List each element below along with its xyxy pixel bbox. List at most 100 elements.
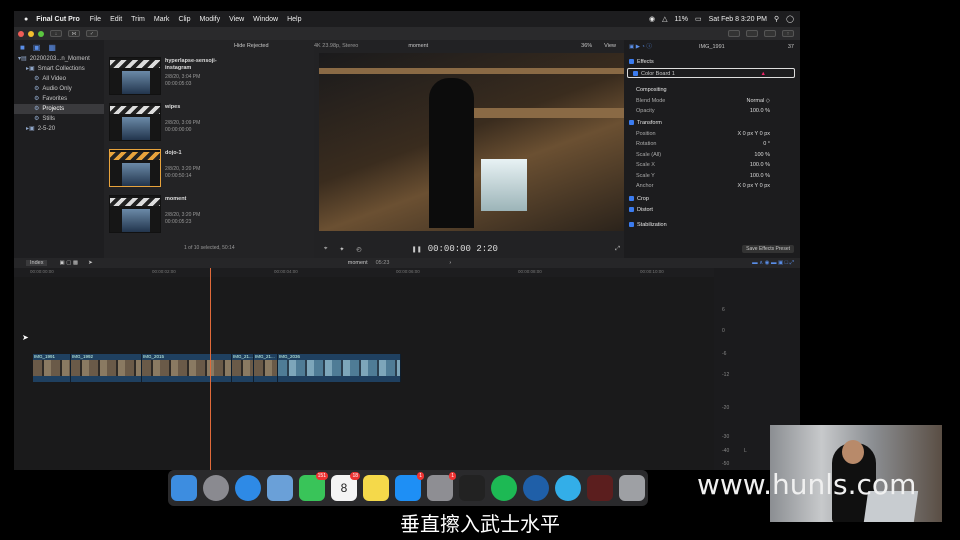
- app-store-icon[interactable]: 1: [395, 472, 424, 501]
- sidebar-item[interactable]: ⚙ Stills: [14, 114, 104, 124]
- color-board-icon[interactable]: ▲: [761, 69, 766, 79]
- clip-thumbnail[interactable]: [109, 103, 161, 141]
- effects-checkbox[interactable]: [629, 59, 634, 65]
- inspector-property[interactable]: Blend Mode Normal ◇: [624, 96, 800, 106]
- save-effects-preset-button[interactable]: Save Effects Preset: [742, 245, 794, 253]
- trash-icon[interactable]: [619, 475, 645, 501]
- import-icon[interactable]: ↓: [50, 30, 62, 37]
- menu-edit[interactable]: Edit: [110, 16, 122, 23]
- inspector-property[interactable]: Anchor X 0 px Y 0 px: [624, 181, 800, 191]
- play-icon[interactable]: ❚❚: [412, 246, 422, 253]
- inspector-property[interactable]: Position X 0 px Y 0 px: [624, 129, 800, 139]
- finder-icon[interactable]: [171, 475, 197, 501]
- section-checkbox[interactable]: [629, 222, 634, 228]
- siri-icon[interactable]: ◯: [786, 15, 794, 23]
- property-value[interactable]: 100.0 %: [750, 106, 770, 116]
- libraries-tab-icon[interactable]: ■: [20, 43, 25, 52]
- index-button[interactable]: Index: [26, 260, 48, 266]
- crop-icon[interactable]: ⌖: [324, 246, 327, 253]
- menu-file[interactable]: File: [90, 16, 101, 23]
- preview-icon[interactable]: [267, 475, 293, 501]
- timecode-display[interactable]: 00:00:00 2:20: [428, 244, 498, 254]
- timeline-clip[interactable]: IMG_21...: [254, 354, 278, 382]
- video-viewer[interactable]: [319, 53, 624, 231]
- property-value[interactable]: X 0 px Y 0 px: [737, 129, 770, 139]
- video-inspector-icon[interactable]: ▣ ▶ ◔ ⓘ: [629, 44, 652, 50]
- inspector-property[interactable]: Rotation 0 °: [624, 139, 800, 149]
- property-value[interactable]: 100 %: [754, 150, 770, 160]
- color-board-row[interactable]: Color Board 1 ▲: [627, 68, 795, 78]
- menu-help[interactable]: Help: [287, 16, 301, 23]
- fullscreen-icon[interactable]: ⤢: [615, 246, 620, 253]
- app-menu[interactable]: Final Cut Pro: [36, 16, 80, 23]
- inspector-section[interactable]: Distort: [624, 205, 800, 215]
- inspector-section[interactable]: Stabilization: [624, 220, 800, 230]
- titles-tab-icon[interactable]: ▦: [48, 43, 56, 52]
- battery-icon[interactable]: ▭: [695, 15, 702, 23]
- apple-icon[interactable]: ●: [24, 16, 28, 23]
- clip-item[interactable]: moment 2/8/20, 3:20 PM 00:00:05:23: [109, 195, 249, 239]
- inspector-section[interactable]: Transform: [624, 118, 800, 128]
- messages-icon[interactable]: 151: [299, 472, 328, 501]
- sidebar-item[interactable]: ⚙ All Video: [14, 74, 104, 84]
- timeline-clip[interactable]: IMG_21...: [232, 354, 254, 382]
- browser-icon[interactable]: [555, 475, 581, 501]
- safari-icon[interactable]: [235, 475, 261, 501]
- menu-view[interactable]: View: [229, 16, 244, 23]
- property-value[interactable]: X 0 px Y 0 px: [737, 181, 770, 191]
- clip-thumbnail[interactable]: [109, 195, 161, 233]
- color-board-checkbox[interactable]: [633, 71, 638, 77]
- wifi-icon[interactable]: ◉: [649, 15, 655, 23]
- timeline-clip[interactable]: IMG_2036: [278, 354, 401, 382]
- playhead[interactable]: [210, 268, 211, 470]
- battery-percent[interactable]: 11%: [675, 16, 689, 23]
- zoom-button[interactable]: [38, 30, 44, 37]
- menu-trim[interactable]: Trim: [131, 16, 145, 23]
- zoom-popup[interactable]: 36%: [581, 43, 592, 49]
- sidebar-item[interactable]: ▸▣ Smart Collections: [14, 64, 104, 74]
- layout-browser-icon[interactable]: [728, 30, 740, 37]
- minimize-button[interactable]: [28, 30, 34, 37]
- effects-section[interactable]: Effects: [624, 57, 800, 67]
- effects-icon[interactable]: ✦: [339, 246, 344, 253]
- menu-clip[interactable]: Clip: [178, 16, 190, 23]
- property-value[interactable]: Normal ◇: [747, 96, 770, 106]
- inspector-section[interactable]: Crop: [624, 194, 800, 204]
- inspector-property[interactable]: Scale (All) 100 %: [624, 150, 800, 160]
- launchpad-icon[interactable]: [203, 475, 229, 501]
- clock[interactable]: Sat Feb 8 3:20 PM: [709, 16, 767, 23]
- clip-thumbnail[interactable]: [109, 149, 161, 187]
- timeline-forward-icon[interactable]: ›: [449, 260, 451, 266]
- select-tool-icon[interactable]: ➤: [88, 260, 93, 266]
- filter-popup[interactable]: Hide Rejected: [234, 43, 269, 49]
- timeline-ruler[interactable]: 00:00:00:00 00:00:02:00 00:00:04:00 00:00:0…: [14, 268, 714, 277]
- photo-booth-icon[interactable]: [587, 475, 613, 501]
- clip-item[interactable]: wipes 2/8/20, 3:09 PM 00:00:00:00: [109, 103, 249, 147]
- section-checkbox[interactable]: [629, 120, 634, 126]
- clip-item[interactable]: hyperlapse-sensoji- instagram 2/8/20, 3:0…: [109, 57, 249, 101]
- snapping-icons[interactable]: ▬ ∧ ◉ ▬ ▣ □ ⤢: [752, 260, 794, 267]
- notes-icon[interactable]: [363, 475, 389, 501]
- sidebar-item[interactable]: ▸▣ 2-5-20: [14, 124, 104, 134]
- menu-modify[interactable]: Modify: [200, 16, 221, 23]
- primary-storyline[interactable]: IMG_1991 IMG_1992 IMG_2015 IMG_21... IMG_21.…: [33, 354, 401, 382]
- timeline-clip[interactable]: IMG_1992: [71, 354, 142, 382]
- layout-timeline-icon[interactable]: [746, 30, 758, 37]
- sidebar-item[interactable]: ▾▤ 20200203...n_Moment: [14, 54, 104, 64]
- menu-window[interactable]: Window: [253, 16, 278, 23]
- keywords-icon[interactable]: ⋈: [68, 30, 80, 37]
- view-popup[interactable]: View: [604, 43, 616, 49]
- inspector-property[interactable]: Scale X 100.0 %: [624, 160, 800, 170]
- section-checkbox[interactable]: [629, 207, 634, 213]
- sidebar-item[interactable]: ⚙ Projects: [14, 104, 104, 114]
- system-preferences-icon[interactable]: 1: [427, 472, 456, 501]
- property-value[interactable]: 100.0 %: [750, 160, 770, 170]
- spotlight-icon[interactable]: ⚲: [774, 15, 779, 23]
- section-checkbox[interactable]: [629, 196, 634, 202]
- share-icon[interactable]: ↑: [782, 30, 794, 37]
- property-value[interactable]: 0 °: [763, 139, 770, 149]
- calendar-icon[interactable]: 8 18: [331, 472, 360, 501]
- speed-icon[interactable]: ◴: [356, 246, 361, 253]
- sidebar-item[interactable]: ⚙ Audio Only: [14, 84, 104, 94]
- bluetooth-icon[interactable]: △: [662, 15, 667, 23]
